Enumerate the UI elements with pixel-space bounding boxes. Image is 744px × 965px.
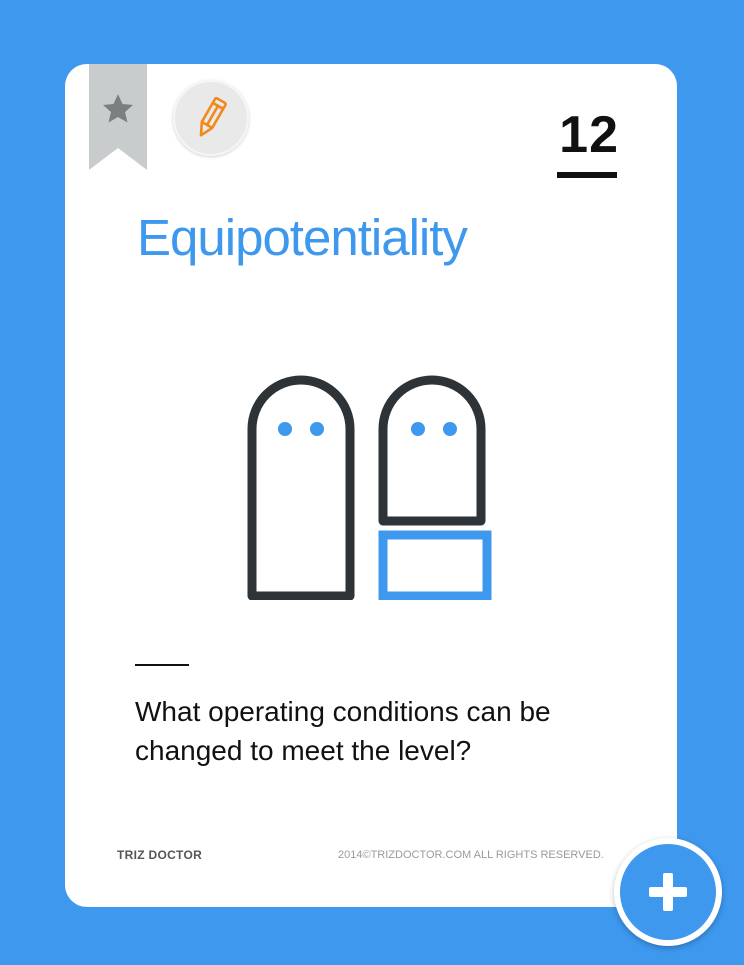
pencil-icon	[199, 96, 227, 137]
plus-icon	[649, 873, 687, 911]
star-bookmark-icon	[89, 64, 147, 170]
divider-line	[135, 664, 189, 666]
app-screen: 12 Equipotentiality What operating condi…	[0, 0, 744, 965]
card-title: Equipotentiality	[137, 209, 468, 266]
add-button-face	[620, 844, 716, 940]
brand-label: TRIZ DOCTOR	[117, 848, 203, 862]
copyright-text: 2014©TRIZDOCTOR.COM ALL RIGHTS RESERVED.	[338, 849, 604, 861]
card-number: 12	[559, 106, 619, 164]
card-number-underline	[557, 172, 617, 178]
card: 12 Equipotentiality What operating condi…	[65, 64, 677, 907]
favorite-bookmark[interactable]	[89, 64, 147, 170]
two-figures-with-block-icon	[247, 375, 492, 600]
add-button[interactable]	[614, 838, 722, 946]
edit-note-button[interactable]	[173, 80, 249, 156]
card-question: What operating conditions can be changed…	[135, 696, 551, 766]
